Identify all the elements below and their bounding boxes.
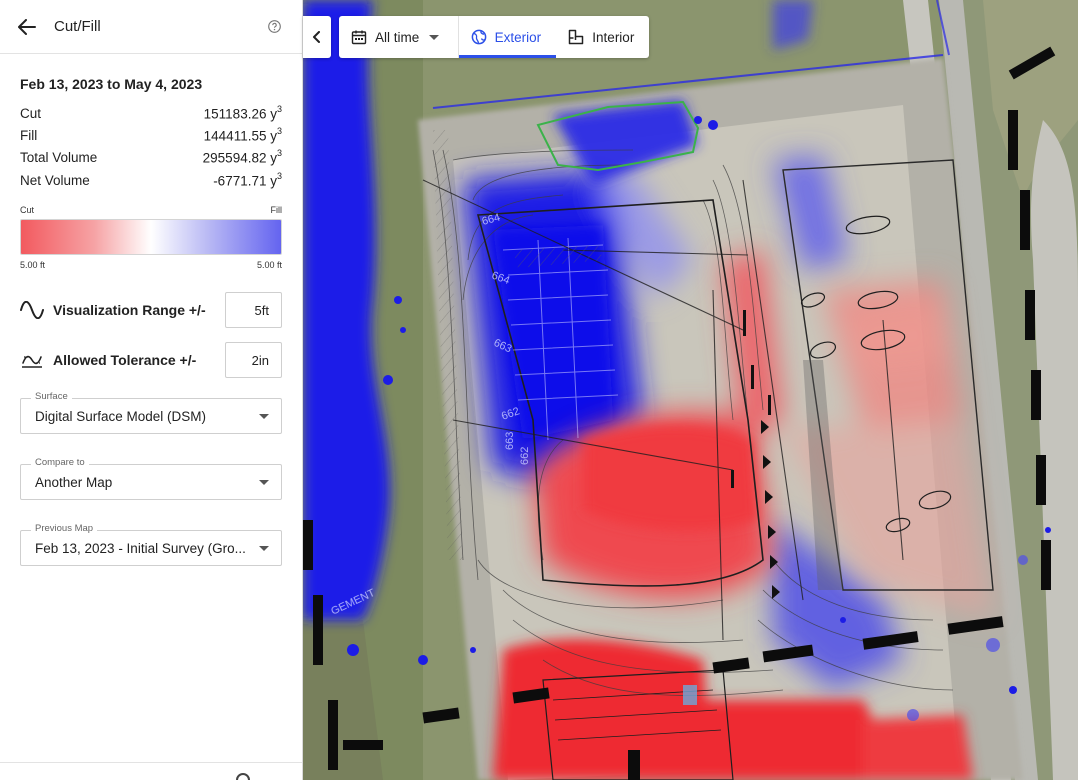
floor-plan-icon [568,29,584,45]
stat-label: Fill [20,127,38,143]
contour-label: 663 [504,432,516,450]
globe-icon [471,29,487,45]
legend-min-value: 5.00 ft [20,260,46,271]
previous-map-select-label: Previous Map [31,523,98,535]
compare-to-select-value: Another Map [35,474,113,490]
allowed-tolerance-input[interactable] [225,342,282,379]
cut-fill-map-image[interactable]: 664 664 663 662 663 662 GEMENT [303,0,1078,780]
visualization-range-row: Visualization Range +/- [20,292,282,329]
help-button[interactable] [268,19,282,34]
legend-cut-label: Cut [20,205,35,216]
arrow-left-icon [18,18,36,35]
tab-exterior[interactable]: Exterior [458,16,557,58]
cut-fill-legend: Cut Fill 5.00 ft 5.00 ft [20,205,282,270]
allowed-tolerance-row: Allowed Tolerance +/- [20,342,282,379]
back-button[interactable] [16,16,38,38]
visualization-range-input[interactable] [225,292,282,329]
tab-interior-label: Interior [592,29,635,45]
sidebar-header: Cut/Fill [0,0,302,54]
stat-fill: Fill 144411.55 y3 [20,124,282,146]
legend-color-bar [20,219,282,256]
collapse-sidebar-button[interactable] [303,16,331,58]
chevron-down-icon [259,413,269,419]
allowed-tolerance-label: Allowed Tolerance +/- [53,352,197,369]
chevron-down-icon [259,545,269,551]
time-range-dropdown[interactable]: All time [339,16,458,58]
contour-label: 662 [519,447,531,465]
stat-label: Total Volume [20,150,98,166]
map-view[interactable]: 664 664 663 662 663 662 GEMENT [303,0,1078,780]
stat-net-volume: Net Volume -6771.71 y3 [20,169,282,191]
stat-total-volume: Total Volume 295594.82 y3 [20,147,282,169]
page-title: Cut/Fill [54,18,101,35]
surface-select-value: Digital Surface Model (DSM) [35,408,207,424]
chevron-down-icon [259,479,269,485]
chevron-left-icon [313,31,320,43]
stat-value: 151183.26 y3 [203,103,282,122]
tolerance-icon [20,348,44,372]
caret-down-icon [429,34,440,40]
time-range-label: All time [375,29,420,45]
sidebar-footer [0,762,302,780]
cut-fill-sidebar: Cut/Fill Feb 13, 2023 to May 4, 2023 Cut… [0,0,303,780]
map-toolbar: All time Exterior Interior [339,16,649,58]
info-icon[interactable] [236,773,250,780]
stat-label: Net Volume [20,172,90,188]
visualization-range-label: Visualization Range +/- [53,302,206,319]
calendar-icon [351,29,367,45]
legend-max-value: 5.00 ft [256,260,282,271]
volume-stats: Cut 151183.26 y3 Fill 144411.55 y3 Total… [20,102,282,191]
date-range: Feb 13, 2023 to May 4, 2023 [20,76,203,92]
stat-cut: Cut 151183.26 y3 [20,102,282,124]
tab-interior[interactable]: Interior [556,16,649,58]
previous-map-select[interactable]: Previous Map Feb 13, 2023 - Initial Surv… [20,523,282,567]
compare-to-select-label: Compare to [31,457,89,469]
surface-select-label: Surface [31,391,72,403]
tab-exterior-label: Exterior [494,29,542,45]
compare-to-select[interactable]: Compare to Another Map [20,457,282,501]
legend-fill-label: Fill [270,205,283,216]
surface-select[interactable]: Surface Digital Surface Model (DSM) [20,391,282,435]
previous-map-select-value: Feb 13, 2023 - Initial Survey (Gro... [35,540,246,556]
stat-value: -6771.71 y3 [213,170,282,189]
stat-value: 295594.82 y3 [202,148,282,166]
wave-icon [20,298,44,322]
stat-value: 144411.55 y3 [203,126,282,144]
help-icon [268,19,281,33]
stat-label: Cut [20,105,42,121]
